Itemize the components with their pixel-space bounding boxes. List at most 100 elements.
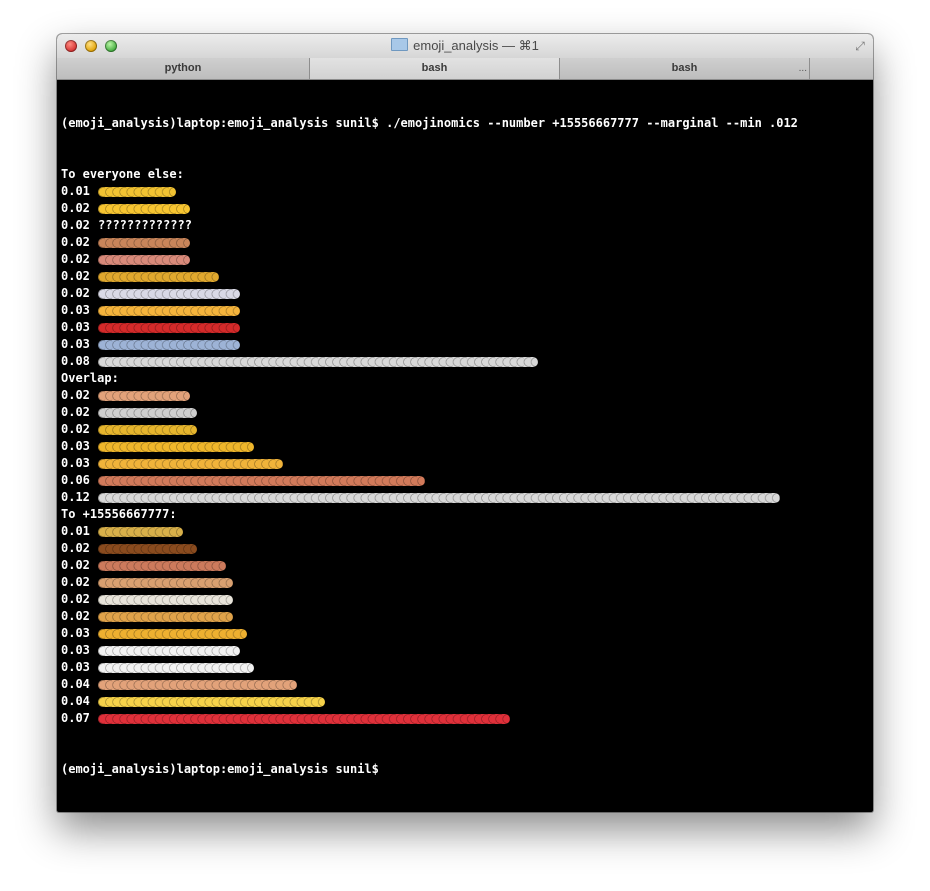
frequency-value: 0.02 <box>61 388 90 402</box>
snowflake-emoji-bar <box>98 356 538 367</box>
smiling-face-emoji-bar <box>98 203 190 214</box>
grinning-face-emoji-bar <box>98 305 240 316</box>
frequency-value: 0.02 <box>61 201 90 215</box>
frequency-value: 0.03 <box>61 456 90 470</box>
red-heart-emoji-bar <box>98 322 240 333</box>
frequency-value: 0.02 <box>61 405 90 419</box>
section-heading: To +15556667777: <box>61 507 177 521</box>
section-heading: To everyone else: <box>61 167 184 181</box>
frequency-value: 0.04 <box>61 694 90 708</box>
frequency-value: 0.02 <box>61 541 90 555</box>
frequency-value: 0.01 <box>61 184 90 198</box>
emoji-frequency-row: 0.02 <box>61 200 869 217</box>
person-emoji-bar <box>98 254 190 265</box>
tab-python[interactable]: python <box>57 58 310 79</box>
emoji-frequency-row: 0.02 <box>61 285 869 302</box>
section-heading: Overlap: <box>61 371 119 385</box>
emoji-report: To everyone else: 0.01 0.02 0.02???????????… <box>61 166 869 727</box>
hands-emoji-bar <box>98 577 233 588</box>
red-heart-emoji-bar <box>98 713 510 724</box>
unknown-emoji-glyphs: ????????????? <box>98 218 192 232</box>
emoji-frequency-row: 0.02 <box>61 251 869 268</box>
title-bar[interactable]: emoji_analysis — ⌘1 ⤢ <box>57 34 873 59</box>
smirking-face-emoji-bar <box>98 424 197 435</box>
frequency-value: 0.07 <box>61 711 90 725</box>
frequency-value: 0.02 <box>61 609 90 623</box>
frequency-value: 0.02 <box>61 286 90 300</box>
emoji-frequency-row: 0.04 <box>61 676 869 693</box>
command-line: (emoji_analysis)laptop:emoji_analysis su… <box>61 116 798 130</box>
frequency-value: 0.03 <box>61 337 90 351</box>
emoji-frequency-row: 0.03 <box>61 302 869 319</box>
grinning-smile-emoji-bar <box>98 628 247 639</box>
emoji-frequency-row: 0.02 <box>61 387 869 404</box>
window-title-group: emoji_analysis — ⌘1 <box>57 38 873 54</box>
beaming-face-emoji-bar <box>98 186 176 197</box>
laughing-face-emoji-bar <box>98 441 254 452</box>
frequency-value: 0.06 <box>61 473 90 487</box>
tab-bar: python bash bash ... <box>57 58 873 80</box>
emoji-frequency-row: 0.06 <box>61 472 869 489</box>
sparkles-emoji-bar <box>98 339 240 350</box>
girl-face-emoji-bar <box>98 560 226 571</box>
thumbs-up-emoji-bar <box>98 390 190 401</box>
poop-emoji-bar <box>98 543 197 554</box>
winking-face-emoji-bar <box>98 458 283 469</box>
emoji-frequency-row: 0.01 <box>61 523 869 540</box>
terminal-window: emoji_analysis — ⌘1 ⤢ python bash bash .… <box>57 34 873 812</box>
emoji-frequency-row: 0.03 <box>61 438 869 455</box>
frequency-value: 0.02 <box>61 218 90 232</box>
emoji-frequency-row: 0.08 <box>61 353 869 370</box>
emoji-frequency-row: 0.02 <box>61 234 869 251</box>
right-arrow-glyph-bar <box>98 662 254 673</box>
white-heart-glyph-bar <box>98 645 240 656</box>
frequency-value: 0.03 <box>61 660 90 674</box>
eyeballs-emoji-bar <box>98 594 233 605</box>
woman-face-emoji-bar <box>98 475 425 486</box>
frequency-value: 0.02 <box>61 252 90 266</box>
happy-face-emoji-bar <box>98 526 183 537</box>
shell-prompt: (emoji_analysis)laptop:emoji_analysis su… <box>61 762 379 776</box>
window-title: emoji_analysis — ⌘1 <box>413 38 539 53</box>
emoji-frequency-row: 0.03 <box>61 625 869 642</box>
frequency-value: 0.08 <box>61 354 90 368</box>
emoji-frequency-row: 0.02 <box>61 268 869 285</box>
frequency-value: 0.12 <box>61 490 90 504</box>
frequency-value: 0.03 <box>61 643 90 657</box>
thumbs-up-emoji-bar <box>98 679 297 690</box>
frequency-value: 0.03 <box>61 439 90 453</box>
emoji-frequency-row: 0.01 <box>61 183 869 200</box>
emoji-frequency-row: 0.02 <box>61 591 869 608</box>
emoji-frequency-row: 0.02 <box>61 608 869 625</box>
frequency-value: 0.02 <box>61 575 90 589</box>
emoji-frequency-row: 0.04 <box>61 693 869 710</box>
frequency-value: 0.02 <box>61 422 90 436</box>
emoji-frequency-row: 0.03 <box>61 336 869 353</box>
fullscreen-icon[interactable]: ⤢ <box>853 39 867 53</box>
emoji-frequency-row: 0.02 <box>61 540 869 557</box>
ghost-emoji-bar <box>98 288 240 299</box>
terminal-output[interactable]: (emoji_analysis)laptop:emoji_analysis su… <box>61 81 869 807</box>
emoji-frequency-row: 0.03 <box>61 455 869 472</box>
tab-bash[interactable]: bash <box>560 58 810 79</box>
folder-icon <box>391 38 409 51</box>
frequency-value: 0.04 <box>61 677 90 691</box>
frequency-value: 0.02 <box>61 269 90 283</box>
emoji-frequency-row: 0.02????????????? <box>61 217 869 234</box>
snowflake-emoji-bar <box>98 492 780 503</box>
grinning-cat-emoji-bar <box>98 271 219 282</box>
emoji-frequency-row: 0.03 <box>61 659 869 676</box>
star-emoji-bar <box>98 696 325 707</box>
emoji-frequency-row: 0.07 <box>61 710 869 727</box>
emoji-frequency-row: 0.03 <box>61 319 869 336</box>
emoji-frequency-row: 0.02 <box>61 421 869 438</box>
emoji-frequency-row: 0.02 <box>61 404 869 421</box>
frequency-value: 0.02 <box>61 235 90 249</box>
frequency-value: 0.03 <box>61 626 90 640</box>
frequency-value: 0.01 <box>61 524 90 538</box>
emoji-frequency-row: 0.02 <box>61 557 869 574</box>
tab-bash-active[interactable]: bash <box>310 58 560 79</box>
skull-emoji-bar <box>98 407 197 418</box>
pizza-emoji-bar <box>98 237 190 248</box>
tab-overflow-indicator[interactable]: ... <box>799 58 807 79</box>
